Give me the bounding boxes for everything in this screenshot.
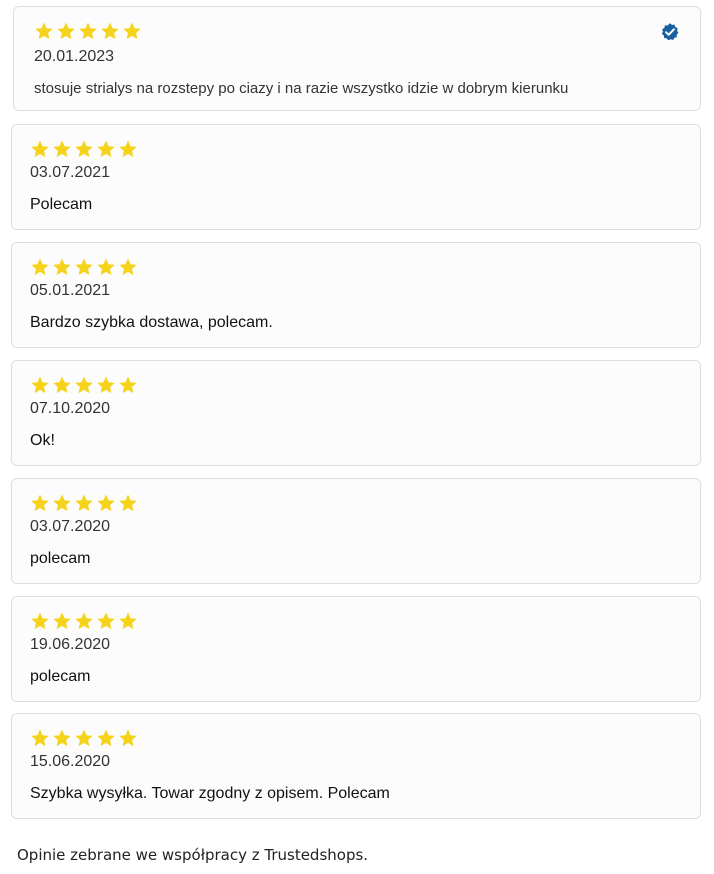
star-rating [30,493,138,515]
review-card: 15.06.2020 Szybka wysyłka. Towar zgodny … [11,713,701,819]
star-icon [123,22,141,40]
star-icon [119,612,137,630]
review-text: Szybka wysyłka. Towar zgodny z opisem. P… [30,785,390,802]
star-icon [53,494,71,512]
star-icon [53,376,71,394]
star-icon [97,258,115,276]
review-card: 19.06.2020 polecam [11,596,701,702]
star-rating [30,728,138,750]
star-icon [101,22,119,40]
star-icon [75,140,93,158]
review-date: 20.01.2023 [34,48,115,65]
footer-note: Opinie zebrane we współpracy z Trustedsh… [17,846,369,864]
star-icon [119,258,137,276]
review-text: stosuje strialys na rozstepy po ciazy i … [34,80,569,97]
review-card: 05.01.2021 Bardzo szybka dostawa, poleca… [11,242,701,348]
star-icon [31,376,49,394]
star-icon [97,376,115,394]
star-icon [53,729,71,747]
review-date: 03.07.2021 [30,164,111,181]
star-icon [31,258,49,276]
review-card: 03.07.2021 Polecam [11,124,701,230]
review-text: Bardzo szybka dostawa, polecam. [30,314,273,331]
star-icon [75,494,93,512]
review-text: polecam [30,550,91,567]
star-rating [30,139,138,161]
star-icon [31,494,49,512]
star-icon [119,140,137,158]
review-date: 03.07.2020 [30,518,111,535]
review-date: 15.06.2020 [30,753,111,770]
star-icon [79,22,97,40]
star-rating [30,375,138,397]
star-icon [119,729,137,747]
star-icon [35,22,53,40]
star-icon [57,22,75,40]
star-icon [53,258,71,276]
review-text: Polecam [30,196,93,213]
star-icon [97,729,115,747]
star-rating [34,21,142,43]
star-icon [97,494,115,512]
star-icon [75,258,93,276]
star-icon [97,140,115,158]
review-card: 07.10.2020 Ok! [11,360,701,466]
review-date: 05.01.2021 [30,282,111,299]
review-text: Ok! [30,432,55,449]
star-icon [119,376,137,394]
review-date: 07.10.2020 [30,400,111,417]
star-icon [31,612,49,630]
review-card: 20.01.2023 stosuje strialys na rozstepy … [13,6,701,111]
review-text: polecam [30,668,91,685]
star-icon [97,612,115,630]
star-icon [53,140,71,158]
star-icon [53,612,71,630]
star-icon [31,729,49,747]
star-rating [30,257,138,279]
star-icon [75,376,93,394]
star-icon [119,494,137,512]
review-date: 19.06.2020 [30,636,111,653]
verified-badge-icon [661,23,679,41]
star-icon [75,729,93,747]
star-rating [30,611,138,633]
star-icon [75,612,93,630]
star-icon [31,140,49,158]
review-card: 03.07.2020 polecam [11,478,701,584]
